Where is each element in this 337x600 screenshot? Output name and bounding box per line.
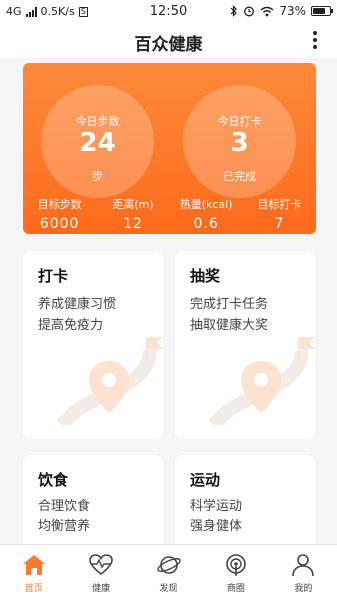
- signal-icon: [226, 554, 246, 576]
- card-subtitle: 完成打卡任务: [190, 297, 269, 312]
- map-pin-route-icon: [57, 337, 163, 425]
- card-title: 抽奖: [190, 267, 221, 285]
- more-dot: [313, 45, 317, 49]
- tab-label: 商圈: [226, 584, 245, 594]
- status-bar: 4G 0.5K/s S 12:50 73%: [0, 0, 337, 24]
- card-subtitle: 科学运动: [190, 499, 243, 514]
- stat-label: 热量(kcal): [179, 198, 233, 211]
- alarm-icon: [244, 6, 255, 17]
- heart-pulse-icon: [89, 554, 113, 576]
- steps-label: 今日步数: [75, 115, 120, 128]
- card-subtitle: 提高免疫力: [38, 318, 104, 333]
- map-pin-route-icon: [209, 337, 315, 425]
- card-title: 饮食: [38, 471, 69, 489]
- stat-target-steps: 目标步数 6000: [23, 196, 96, 232]
- steps-circle[interactable]: 今日步数 24 步: [41, 85, 154, 198]
- tab-business[interactable]: 商圈: [202, 545, 269, 600]
- stat-target-checkin: 目标打卡 7: [243, 196, 316, 232]
- more-dot: [313, 38, 317, 42]
- stat-value: 6000: [39, 216, 80, 232]
- steps-unit: 步: [92, 170, 103, 183]
- card-title: 打卡: [38, 267, 69, 285]
- checkin-value: 3: [230, 128, 249, 158]
- checkin-unit: 已完成: [223, 170, 256, 183]
- card-subtitle: 均衡营养: [38, 519, 91, 534]
- card-diet[interactable]: 饮食 合理饮食 均衡营养: [23, 455, 163, 555]
- page-title: 百众健康: [134, 35, 203, 55]
- stats-row: 目标步数 6000 距离(m) 12 热量(kcal) 0.6 目标打卡 7: [23, 196, 316, 232]
- tab-health[interactable]: 健康: [67, 545, 134, 600]
- bluetooth-icon: [230, 5, 238, 17]
- tab-mine[interactable]: 我的: [270, 545, 337, 600]
- wifi-icon: [260, 6, 274, 16]
- battery-icon: [311, 6, 333, 16]
- stat-label: 目标打卡: [257, 198, 302, 211]
- stat-value: 7: [274, 216, 285, 232]
- card-subtitle: 合理饮食: [38, 499, 91, 514]
- card-lottery[interactable]: 抽奖 完成打卡任务 抽取健康大奖: [175, 251, 315, 439]
- app-header: 百众健康: [0, 24, 337, 58]
- tab-label: 首页: [24, 584, 43, 594]
- card-exercise[interactable]: 运动 科学运动 强身健体: [175, 455, 315, 555]
- tab-label: 健康: [92, 584, 111, 594]
- tab-label: 我的: [294, 584, 313, 594]
- card-subtitle: 抽取健康大奖: [190, 318, 269, 333]
- tab-label: 发现: [159, 584, 178, 594]
- card-subtitle: 养成健康习惯: [38, 297, 117, 312]
- card-subtitle: 强身健体: [190, 519, 243, 534]
- planet-icon: [156, 556, 181, 574]
- battery-percent: 73%: [279, 4, 306, 18]
- home-icon: [22, 555, 45, 575]
- card-title: 运动: [190, 471, 221, 489]
- card-checkin[interactable]: 打卡 养成健康习惯 提高免疫力: [23, 251, 163, 439]
- stat-calories: 热量(kcal) 0.6: [170, 196, 243, 232]
- steps-value: 24: [79, 128, 116, 158]
- stat-label: 距离(m): [112, 198, 154, 211]
- tab-home[interactable]: 首页: [0, 545, 67, 600]
- bottom-tab-bar: 首页 健康 发现 商圈 我的: [0, 544, 337, 600]
- stat-distance: 距离(m) 12: [96, 196, 169, 232]
- daily-summary-panel: 今日步数 24 步 今日打卡 3 已完成 目标步数 6000 距离(m) 12 …: [23, 63, 316, 234]
- user-icon: [292, 554, 315, 577]
- more-menu-button[interactable]: [309, 29, 321, 51]
- checkin-circle[interactable]: 今日打卡 3 已完成: [183, 85, 296, 198]
- checkin-label: 今日打卡: [217, 115, 262, 128]
- stat-label: 目标步数: [37, 198, 82, 211]
- tab-discover[interactable]: 发现: [135, 545, 202, 600]
- stat-value: 12: [122, 216, 143, 232]
- stat-value: 0.6: [193, 216, 219, 232]
- more-dots-icon: [313, 31, 317, 35]
